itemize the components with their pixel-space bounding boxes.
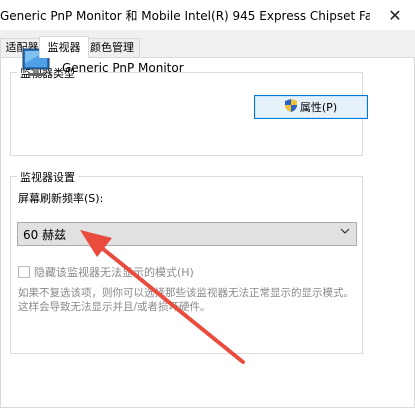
refresh-rate-label: 屏幕刷新频率(S): [18,192,104,205]
chevron-down-icon [340,226,350,239]
refresh-rate-dropdown[interactable]: 60 赫兹 [17,222,357,246]
hide-modes-option: 隐藏该监视器无法显示的模式(H) [18,264,194,280]
refresh-rate-value: 60 赫兹 [23,228,67,242]
description-line-2: 这样会导致无法显示并且/或者损坏硬件。 [18,301,211,313]
tab-monitor[interactable]: 监视器 [39,36,89,58]
hide-modes-checkbox[interactable] [18,266,30,278]
tab-color-management[interactable]: 颜色管理 [84,38,140,57]
title-bar: Generic PnP Monitor 和 Mobile Intel(R) 94… [0,0,415,30]
tab-strip: 适配器 监视器 颜色管理 [0,36,415,58]
hide-modes-label: 隐藏该监视器无法显示的模式(H) [34,266,194,279]
window-title: Generic PnP Monitor 和 Mobile Intel(R) 94… [0,9,370,23]
close-icon: ✕ [388,5,402,25]
monitor-name: Generic PnP Monitor [62,61,184,75]
description-line-1: 如果不复选该项，则你可以选择那些该监视器无法正常显示的显示模式。 [18,287,354,299]
monitor-settings-group-label: 监视器设置 [17,169,78,185]
properties-button[interactable]: 属性(P) [254,95,368,119]
shield-icon [284,99,297,115]
properties-button-label: 属性(P) [299,101,338,114]
close-button[interactable]: ✕ [375,0,415,30]
